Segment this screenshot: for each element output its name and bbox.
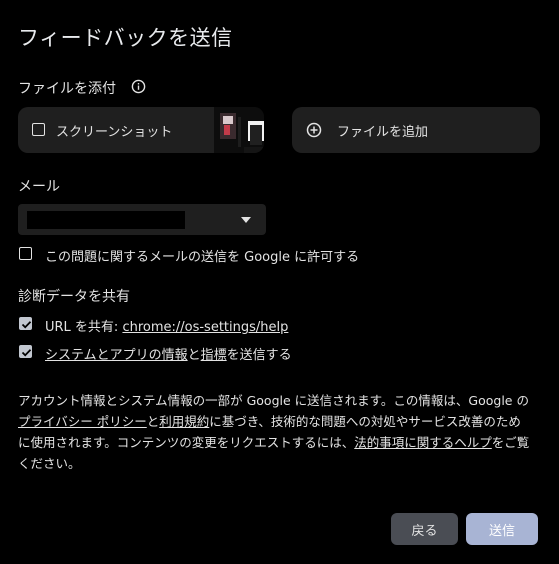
send-system-info-checkbox[interactable] bbox=[19, 345, 32, 358]
add-file-button[interactable]: ファイルを追加 bbox=[292, 107, 540, 153]
system-info-suffix: を送信する bbox=[226, 348, 292, 363]
disclosure-part2: と bbox=[146, 414, 160, 429]
screenshot-checkbox[interactable] bbox=[32, 123, 45, 136]
email-permission-label: この問題に関するメールの送信を Google に許可する bbox=[45, 250, 360, 265]
plus-circle-icon bbox=[306, 122, 322, 138]
share-url-checkbox[interactable] bbox=[19, 317, 32, 330]
email-label: メール bbox=[18, 179, 60, 195]
checkmark-icon bbox=[21, 349, 32, 357]
email-value bbox=[27, 211, 185, 229]
add-file-label: ファイルを追加 bbox=[337, 125, 429, 140]
checkmark-icon bbox=[21, 321, 32, 329]
caret-down-icon bbox=[241, 217, 251, 223]
back-button[interactable]: 戻る bbox=[391, 513, 458, 545]
page-title: フィードバックを送信 bbox=[18, 26, 233, 50]
email-dropdown[interactable] bbox=[18, 204, 266, 235]
system-info-middle: と bbox=[187, 348, 201, 363]
send-button[interactable]: 送信 bbox=[466, 513, 538, 545]
email-permission-checkbox[interactable] bbox=[19, 247, 32, 260]
screenshot-thumbnail[interactable] bbox=[214, 107, 264, 153]
screenshot-label: スクリーンショット bbox=[56, 125, 173, 140]
feedback-dialog: フィードバックを送信 ファイルを添付 スクリーンショット ファイルを追加 メール bbox=[0, 0, 559, 564]
info-icon[interactable] bbox=[131, 79, 146, 94]
disclosure-part1: アカウント情報とシステム情報の一部が Google に送信されます。この情報は、… bbox=[18, 393, 529, 408]
send-system-info-row: システムとアプリの情報と指標を送信する bbox=[45, 344, 292, 363]
privacy-disclosure: アカウント情報とシステム情報の一部が Google に送信されます。この情報は、… bbox=[18, 390, 533, 474]
diagnostics-label: 診断データを共有 bbox=[18, 289, 130, 305]
share-url-row: URL を共有: chrome://os-settings/help bbox=[45, 316, 288, 335]
terms-link[interactable]: 利用規約 bbox=[159, 414, 209, 429]
legal-help-link[interactable]: 法的事項に関するヘルプ bbox=[354, 435, 492, 450]
metrics-link[interactable]: 指標 bbox=[201, 348, 227, 363]
system-app-info-link[interactable]: システムとアプリの情報 bbox=[45, 348, 188, 363]
attach-files-label: ファイルを添付 bbox=[18, 81, 116, 97]
privacy-policy-link[interactable]: プライバシー ポリシー bbox=[18, 414, 147, 429]
screenshot-card[interactable]: スクリーンショット bbox=[18, 107, 264, 153]
share-url-prefix: URL を共有: bbox=[45, 320, 123, 335]
share-url-link[interactable]: chrome://os-settings/help bbox=[122, 320, 288, 335]
